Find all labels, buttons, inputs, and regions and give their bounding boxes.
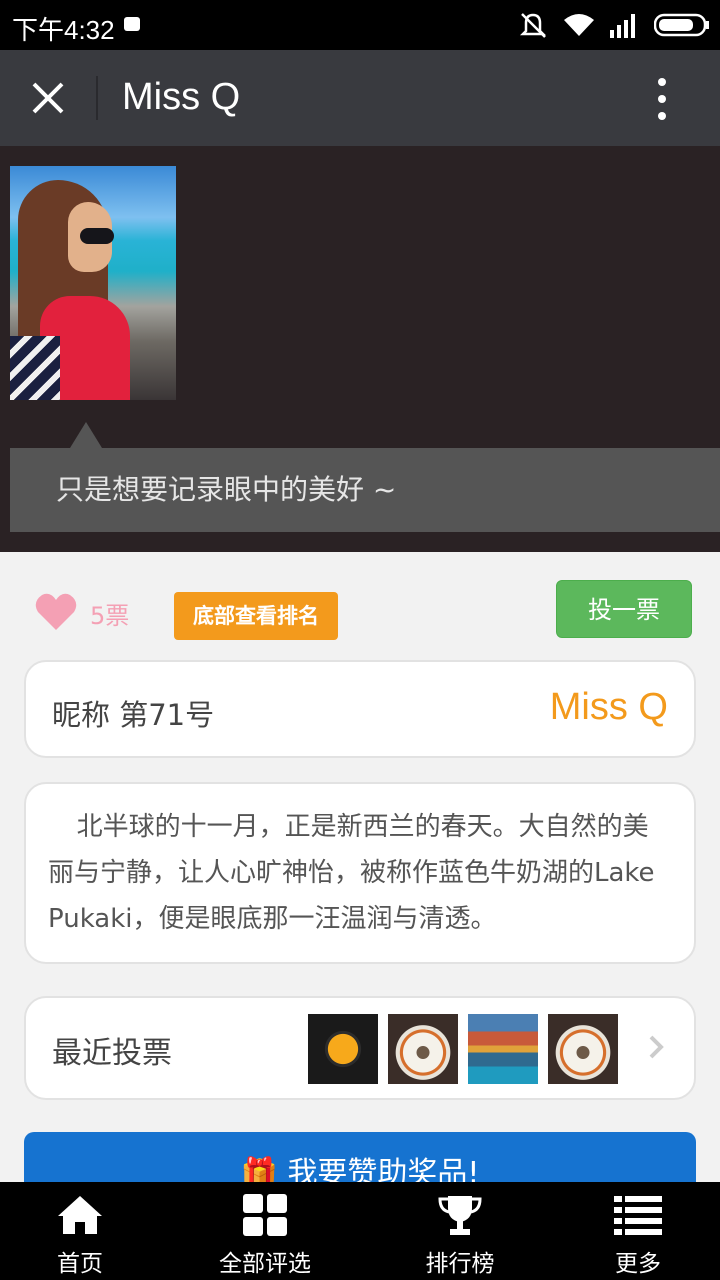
notification-icon bbox=[124, 17, 140, 31]
app-bar: Miss Q bbox=[0, 50, 720, 146]
status-icons bbox=[518, 10, 710, 40]
caption-pointer bbox=[70, 422, 102, 448]
nickname-label: 昵称 第71号 bbox=[52, 698, 215, 732]
vote-count: 5票 bbox=[90, 602, 130, 630]
page-title: Miss Q bbox=[122, 76, 241, 118]
header-divider bbox=[96, 76, 98, 120]
tab-more[interactable]: 更多 bbox=[558, 1182, 718, 1280]
tab-more-label: 更多 bbox=[615, 1251, 661, 1277]
vote-row: 5票 底部查看排名 投一票 bbox=[0, 552, 720, 660]
signal-icon bbox=[610, 14, 635, 38]
trophy-icon bbox=[438, 1196, 482, 1235]
profile-section: 只是想要记录眼中的美好 ~ bbox=[0, 146, 720, 552]
nickname-value: Miss Q bbox=[549, 686, 668, 728]
chevron-right-icon bbox=[649, 1035, 664, 1059]
wifi-icon bbox=[564, 14, 594, 36]
status-bar: 下午4:32 bbox=[0, 0, 720, 50]
close-icon bbox=[32, 82, 64, 114]
recent-votes-card[interactable]: 最近投票 bbox=[24, 996, 696, 1100]
description-card: 北半球的十一月，正是新西兰的春天。大自然的美丽与宁静，让人心旷神怡，被称作蓝色牛… bbox=[24, 782, 696, 964]
recent-votes-label: 最近投票 bbox=[52, 1036, 172, 1071]
voter-avatar[interactable] bbox=[468, 1014, 538, 1084]
battery-icon bbox=[654, 13, 709, 37]
voter-avatar[interactable] bbox=[388, 1014, 458, 1084]
tab-all-entries-label: 全部评选 bbox=[219, 1251, 311, 1277]
tab-leaderboard[interactable]: 排行榜 bbox=[380, 1182, 540, 1280]
recent-voter-thumbnails bbox=[308, 1014, 618, 1084]
status-time: 下午4:32 bbox=[12, 15, 115, 45]
nickname-card: 昵称 第71号 Miss Q bbox=[24, 660, 696, 758]
voter-avatar[interactable] bbox=[308, 1014, 378, 1084]
tab-home-label: 首页 bbox=[57, 1251, 103, 1277]
more-dot-icon bbox=[658, 112, 666, 120]
list-icon bbox=[614, 1196, 662, 1235]
bottom-tab-bar: 首页 全部评选 排行榜 更多 bbox=[0, 1182, 720, 1280]
heart-icon[interactable] bbox=[34, 592, 78, 632]
tab-all-entries[interactable]: 全部评选 bbox=[185, 1182, 345, 1280]
more-dot-icon bbox=[658, 78, 666, 86]
tab-home[interactable]: 首页 bbox=[0, 1182, 160, 1280]
voter-avatar[interactable] bbox=[548, 1014, 618, 1084]
home-icon bbox=[58, 1196, 102, 1234]
profile-caption: 只是想要记录眼中的美好 ~ bbox=[10, 448, 720, 532]
description-text: 北半球的十一月，正是新西兰的春天。大自然的美丽与宁静，让人心旷神怡，被称作蓝色牛… bbox=[48, 812, 655, 934]
mute-icon bbox=[519, 13, 547, 38]
view-ranking-badge[interactable]: 底部查看排名 bbox=[174, 592, 338, 640]
tab-leaderboard-label: 排行榜 bbox=[425, 1251, 495, 1277]
close-button[interactable] bbox=[24, 74, 74, 124]
more-dot-icon bbox=[658, 95, 666, 103]
profile-photo[interactable] bbox=[10, 166, 176, 400]
grid-icon bbox=[243, 1194, 287, 1236]
vote-button[interactable]: 投一票 bbox=[556, 580, 692, 638]
more-menu-button[interactable] bbox=[642, 78, 682, 120]
